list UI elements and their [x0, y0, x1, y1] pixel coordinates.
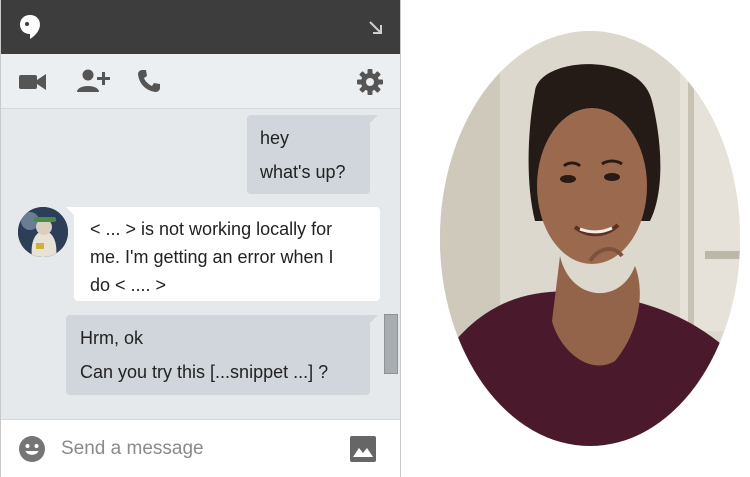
message-bubble-sent: Hrm, ok Can you try this [...snippet ...… [66, 315, 378, 395]
message-line: hey [260, 128, 290, 148]
composer [1, 419, 400, 477]
message-list[interactable]: hey what's up? < ... > is not working lo… [1, 109, 400, 419]
message-bubble-received: < ... > is not working locally for me. I… [66, 207, 380, 301]
message-bubble-sent: hey what's up? [247, 115, 378, 194]
phone-icon[interactable] [137, 69, 161, 98]
scrollbar-thumb[interactable] [384, 314, 398, 374]
portrait-photo [440, 31, 740, 446]
chat-window: hey what's up? < ... > is not working lo… [0, 0, 401, 477]
message-line: do < .... > [90, 275, 167, 295]
message-line: what's up? [260, 162, 346, 182]
title-bar [1, 0, 400, 54]
video-camera-icon[interactable] [19, 72, 47, 97]
hangouts-logo-icon[interactable] [19, 14, 41, 45]
popout-arrow-icon[interactable] [368, 20, 384, 41]
message-line: Can you try this [...snippet ...] ? [80, 362, 329, 382]
toolbar [1, 54, 400, 109]
avatar[interactable] [18, 207, 68, 257]
message-line: me. I'm getting an error when I [90, 247, 334, 267]
message-line: < ... > is not working locally for [90, 219, 333, 239]
gear-icon[interactable] [357, 69, 383, 100]
image-icon[interactable] [350, 436, 376, 467]
message-input[interactable] [59, 432, 333, 466]
message-line: Hrm, ok [80, 328, 143, 348]
emoji-icon[interactable] [18, 435, 46, 468]
add-person-icon[interactable] [76, 69, 110, 98]
